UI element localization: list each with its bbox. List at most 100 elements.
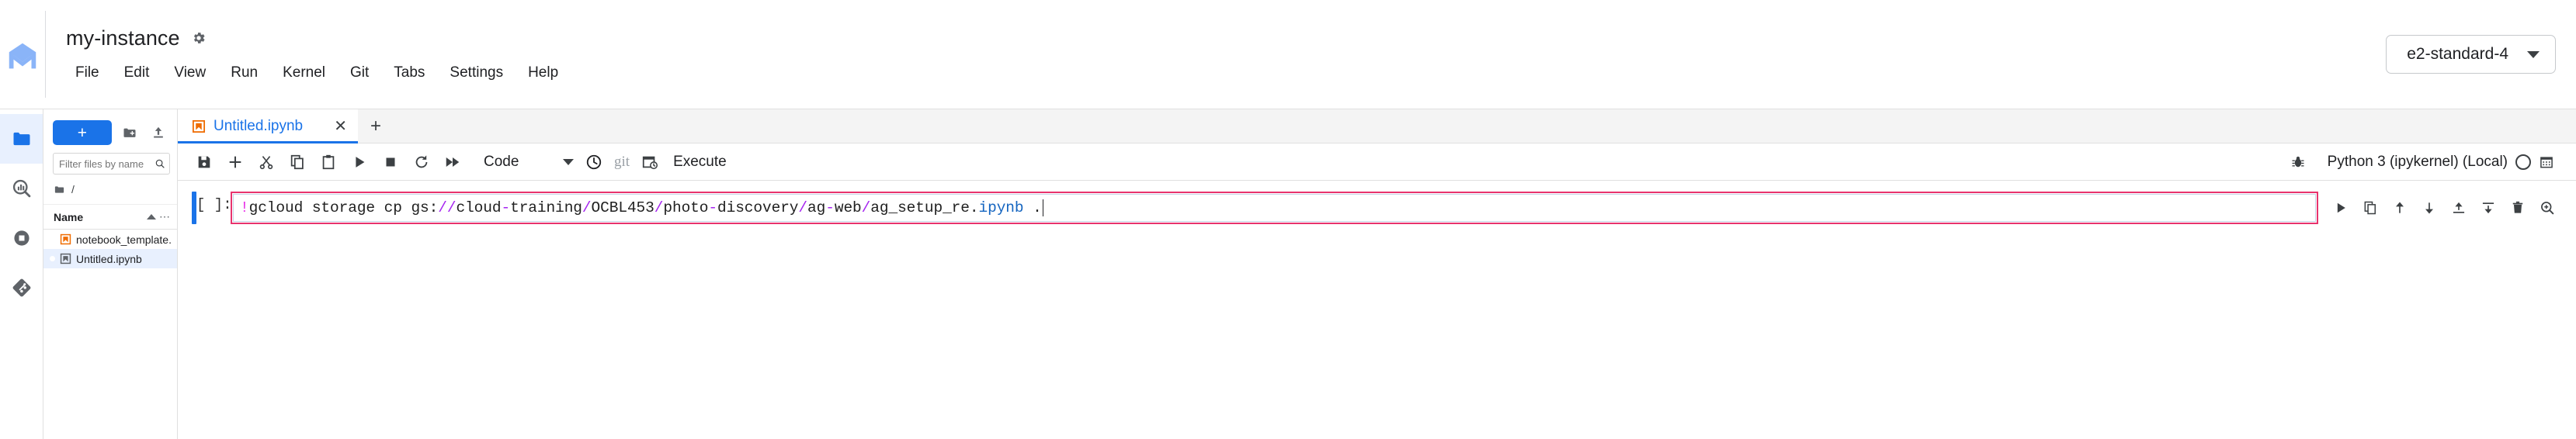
sort-ascending-icon — [147, 214, 156, 220]
search-icon[interactable] — [154, 158, 165, 169]
restart-kernel-button[interactable] — [406, 149, 437, 175]
text-caret — [1042, 199, 1044, 216]
upload-icon — [154, 126, 164, 138]
chevron-down-icon — [563, 158, 574, 165]
vertex-ai-logo-icon — [9, 43, 36, 69]
sidebar-item-property-inspector[interactable] — [0, 164, 43, 213]
sidebar-item-file-browser[interactable] — [0, 114, 43, 164]
sidebar-item-running-terminals[interactable] — [0, 213, 43, 263]
menu-item-settings[interactable]: Settings — [437, 60, 516, 86]
kernel-idle-circle-icon — [2515, 154, 2531, 170]
trash-icon — [2512, 201, 2523, 213]
cell-toolbar — [2318, 192, 2562, 224]
menu-item-help[interactable]: Help — [516, 60, 571, 86]
column-options-icon[interactable]: ⋯ — [159, 210, 171, 223]
restart-run-all-button[interactable] — [437, 149, 468, 175]
copy-cells-button[interactable] — [282, 149, 313, 175]
vertex-ai-logo — [0, 0, 45, 109]
arrow-down-icon — [2425, 202, 2433, 214]
notebook-icon-orange — [192, 119, 206, 133]
folder-icon — [54, 185, 64, 193]
file-name: notebook_template.... — [76, 233, 172, 246]
jupyterlab-window: my-instance File Edit View Run Kernel Gi… — [0, 0, 2576, 439]
run-cell-button[interactable] — [344, 149, 375, 175]
menu-bar: File Edit View Run Kernel Git Tabs Setti… — [66, 57, 2386, 88]
upload-button[interactable] — [148, 122, 169, 143]
new-folder-button[interactable] — [120, 122, 141, 143]
list-item[interactable]: Untitled.ipynb — [43, 249, 177, 268]
paste-icon — [322, 154, 335, 169]
gear-icon[interactable] — [191, 30, 207, 46]
list-item[interactable]: notebook_template.... — [43, 230, 177, 249]
paste-cells-button[interactable] — [313, 149, 344, 175]
debugger-button[interactable] — [2283, 149, 2314, 175]
file-list-header[interactable]: Name ⋯ — [43, 205, 177, 230]
execute-label[interactable]: Execute — [673, 154, 727, 171]
schedule-execution-button[interactable] — [634, 149, 665, 175]
search-input[interactable] — [59, 157, 154, 170]
search-cell-action[interactable] — [2533, 195, 2562, 221]
notebook-icon-orange — [60, 233, 71, 245]
menu-item-edit[interactable]: Edit — [112, 60, 162, 86]
move-cell-up-action[interactable] — [2385, 195, 2415, 221]
insert-above-icon — [2453, 202, 2465, 213]
machine-type-selector[interactable]: e2-standard-4 — [2386, 35, 2556, 74]
activity-rail — [0, 109, 43, 439]
history-button[interactable] — [578, 149, 609, 175]
folder-icon — [13, 132, 30, 146]
tab-untitled-ipynb[interactable]: Untitled.ipynb ✕ — [178, 109, 358, 143]
duplicate-icon — [2364, 201, 2376, 215]
stop-circle-icon — [13, 230, 30, 246]
column-header-name: Name — [54, 210, 84, 223]
machine-type-value: e2-standard-4 — [2407, 45, 2508, 63]
new-launcher-button[interactable]: + — [53, 120, 112, 145]
chevron-down-icon — [2527, 50, 2540, 58]
delete-cell-action[interactable] — [2503, 195, 2533, 221]
tab-bar: Untitled.ipynb ✕ + — [178, 109, 2576, 143]
menu-item-run[interactable]: Run — [218, 60, 270, 86]
menu-item-kernel[interactable]: Kernel — [270, 60, 338, 86]
git-label[interactable]: git — [609, 154, 634, 171]
cell-type-selector[interactable]: Code — [477, 154, 578, 171]
interrupt-kernel-button[interactable] — [375, 149, 406, 175]
filter-files-box[interactable] — [53, 153, 170, 175]
scissors-icon — [259, 155, 273, 169]
calendar-icon — [2540, 156, 2553, 168]
duplicate-cell-action[interactable] — [2356, 195, 2385, 221]
insert-cell-button[interactable] — [220, 149, 251, 175]
menu-item-tabs[interactable]: Tabs — [381, 60, 437, 86]
menu-item-file[interactable]: File — [63, 60, 112, 86]
insert-cell-below-action[interactable] — [2474, 195, 2503, 221]
breadcrumb[interactable]: / — [43, 175, 177, 205]
git-icon — [12, 278, 30, 297]
kernel-name[interactable]: Python 3 (ipykernel) (Local) — [2328, 154, 2508, 171]
workspace: + Filter files by name / Name ⋯ notebook… — [0, 109, 2576, 439]
run-cell-action[interactable] — [2326, 195, 2356, 221]
notebook-toolbar: Code git Execute Python 3 (ipykernel) (L… — [178, 143, 2576, 181]
move-cell-down-action[interactable] — [2415, 195, 2444, 221]
sidebar-item-git[interactable] — [0, 263, 43, 313]
calendar-button[interactable] — [2531, 149, 2562, 175]
insert-cell-above-action[interactable] — [2444, 195, 2474, 221]
notebook-cell[interactable]: [ ]: !gcloud storage cp gs://cloud-train… — [178, 192, 2576, 224]
file-browser-actions: + — [43, 109, 177, 151]
breadcrumb-path: / — [71, 183, 75, 195]
plus-icon — [229, 156, 241, 168]
cell-type-value: Code — [484, 153, 519, 170]
save-button[interactable] — [189, 149, 220, 175]
machine-type-area: e2-standard-4 — [2386, 0, 2576, 109]
menu-item-git[interactable]: Git — [338, 60, 381, 86]
zoom-icon — [2541, 202, 2554, 215]
arrow-up-icon — [2396, 202, 2404, 213]
cell-prompt: [ ]: — [196, 196, 232, 213]
close-icon[interactable]: ✕ — [314, 119, 347, 134]
new-tab-button[interactable]: + — [358, 109, 394, 143]
modified-dot — [50, 256, 55, 261]
cell-editor[interactable]: !gcloud storage cp gs://cloud-training/O… — [233, 194, 2316, 222]
tab-label: Untitled.ipynb — [214, 117, 304, 134]
cut-cells-button[interactable] — [251, 149, 282, 175]
menu-item-view[interactable]: View — [161, 60, 218, 86]
search-chart-icon — [12, 179, 30, 198]
cell-list: [ ]: !gcloud storage cp gs://cloud-train… — [178, 181, 2576, 439]
fast-forward-icon — [446, 157, 460, 167]
